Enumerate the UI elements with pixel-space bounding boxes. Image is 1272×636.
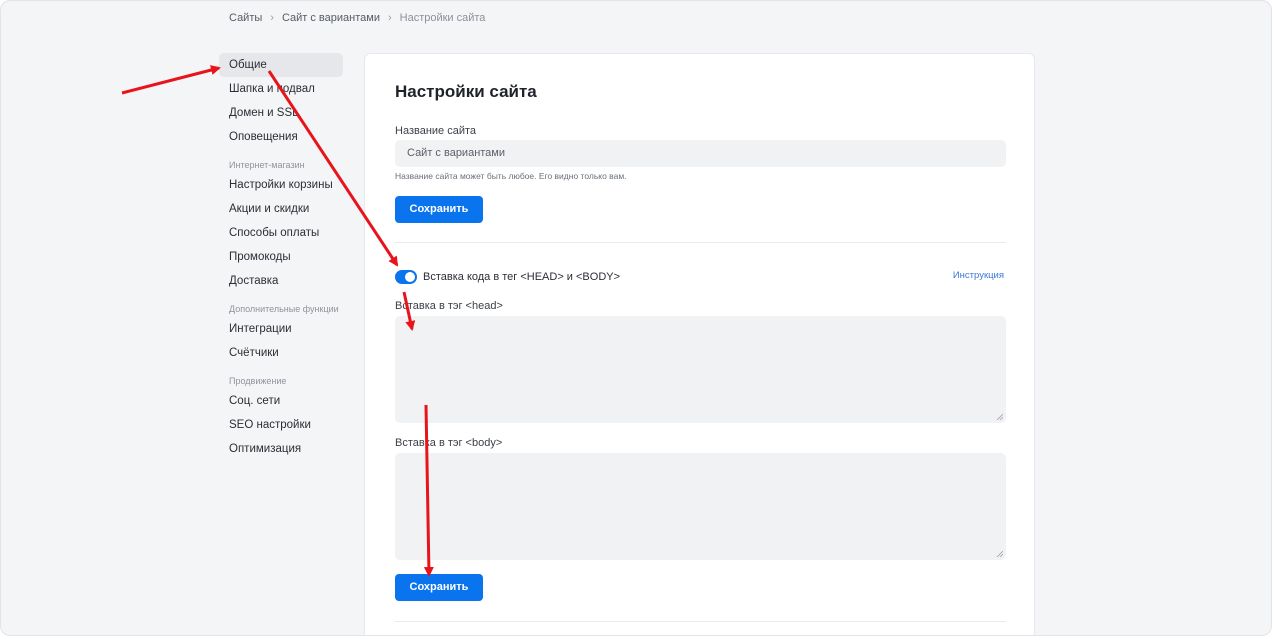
sidebar-item-cart-settings[interactable]: Настройки корзины: [219, 173, 343, 197]
sidebar-item-delivery[interactable]: Доставка: [219, 269, 343, 293]
page-title: Настройки сайта: [395, 82, 537, 101]
sidebar-item-social[interactable]: Соц. сети: [219, 389, 343, 413]
body-code-label: Вставка в тэг <body>: [395, 437, 503, 449]
breadcrumb: Сайты › Сайт с вариантами › Настройки са…: [229, 12, 485, 24]
settings-sidebar: Общие Шапка и подвал Домен и SSL Оповеще…: [219, 53, 343, 461]
site-name-hint: Название сайта может быть любое. Его вид…: [395, 171, 627, 181]
sidebar-group-promotion: Продвижение: [229, 376, 287, 386]
sidebar-item-promotions[interactable]: Акции и скидки: [219, 197, 343, 221]
sidebar-item-optimization[interactable]: Оптимизация: [219, 437, 343, 461]
annotation-arrow: [121, 65, 221, 95]
toggle-knob: [405, 272, 415, 282]
resize-grip-icon[interactable]: [996, 550, 1003, 557]
chevron-right-icon: ›: [270, 12, 274, 24]
save-site-name-button[interactable]: Сохранить: [395, 196, 483, 223]
breadcrumb-item-site[interactable]: Сайт с вариантами: [282, 12, 380, 24]
resize-grip-icon[interactable]: [996, 413, 1003, 420]
sidebar-item-integrations[interactable]: Интеграции: [219, 317, 343, 341]
sidebar-item-counters[interactable]: Счётчики: [219, 341, 343, 365]
section-divider: [395, 242, 1006, 243]
body-code-textarea[interactable]: [395, 453, 1006, 560]
chevron-right-icon: ›: [387, 12, 392, 24]
sidebar-item-promocodes[interactable]: Промокоды: [219, 245, 343, 269]
code-injection-toggle-label: Вставка кода в тег <HEAD> и <BODY>: [423, 271, 621, 283]
sidebar-item-general[interactable]: Общие: [219, 53, 343, 77]
sidebar-item-notifications[interactable]: Оповещения: [219, 125, 343, 149]
sidebar-item-domain-ssl[interactable]: Домен и SSL: [219, 101, 343, 125]
breadcrumb-item-sites[interactable]: Сайты: [229, 12, 262, 24]
code-injection-toggle[interactable]: [395, 270, 417, 284]
breadcrumb-item-current: Настройки сайта: [399, 12, 486, 24]
app-frame: Сайты › Сайт с вариантами › Настройки са…: [0, 0, 1272, 636]
head-code-textarea[interactable]: [395, 316, 1006, 423]
sidebar-item-header-footer[interactable]: Шапка и подвал: [219, 77, 343, 101]
sidebar-item-payment-methods[interactable]: Способы оплаты: [219, 221, 343, 245]
sidebar-item-seo[interactable]: SEO настройки: [219, 413, 343, 437]
instruction-link[interactable]: Инструкция: [953, 270, 1004, 281]
sidebar-group-extra: Дополнительные функции: [229, 304, 339, 314]
settings-card: Настройки сайта Название сайта Сайт с ва…: [364, 53, 1035, 635]
site-name-label: Название сайта: [395, 125, 477, 137]
save-code-button[interactable]: Сохранить: [395, 574, 483, 601]
head-code-label: Вставка в тэг <head>: [395, 300, 503, 312]
sidebar-group-shop: Интернет-магазин: [229, 160, 305, 170]
site-name-input[interactable]: Сайт с вариантами: [395, 140, 1006, 167]
section-divider: [395, 621, 1006, 622]
